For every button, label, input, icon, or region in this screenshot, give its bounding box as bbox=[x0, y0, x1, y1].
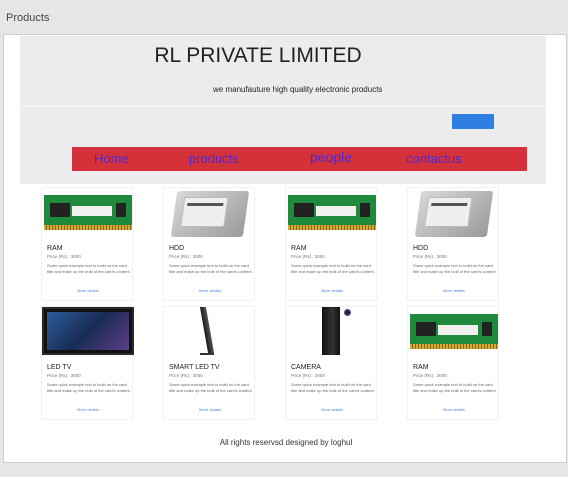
window-title: Products bbox=[6, 12, 50, 24]
product-price: Price (Rs) : 3000 bbox=[291, 373, 325, 378]
more-details-link[interactable]: More details bbox=[286, 288, 378, 293]
product-description: Some quick example text to build on the … bbox=[169, 263, 253, 274]
product-description: Some quick example text to build on the … bbox=[291, 263, 375, 274]
product-card: SMART LED TV Price (Rs) : 3000 Some quic… bbox=[163, 306, 255, 420]
tagline: we manufauture high quality electronic p… bbox=[213, 85, 383, 94]
ram-module-icon bbox=[42, 188, 134, 238]
product-name: CAMERA bbox=[291, 364, 321, 371]
hard-drive-icon bbox=[164, 188, 256, 238]
product-name: SMART LED TV bbox=[169, 364, 220, 371]
footer-text: All rights reservsd designed by loghul bbox=[219, 438, 353, 447]
more-details-link[interactable]: More details bbox=[164, 288, 256, 293]
product-name: RAM bbox=[291, 245, 307, 252]
led-tv-icon bbox=[42, 307, 134, 357]
product-description: Some quick example text to build on the … bbox=[47, 382, 131, 393]
more-details-link[interactable]: More details bbox=[42, 407, 134, 412]
camera-icon bbox=[286, 307, 378, 357]
page-frame: RL PRIVATE LIMITED we manufauture high q… bbox=[3, 34, 567, 463]
product-card: RAM Price (Rs) : 3000 Some quick example… bbox=[285, 187, 377, 301]
nav-home-link[interactable]: Home bbox=[94, 151, 129, 166]
product-name: HDD bbox=[413, 245, 429, 252]
product-description: Some quick example text to build on the … bbox=[47, 263, 131, 274]
product-description: Some quick example text to build on the … bbox=[169, 382, 253, 393]
site-header: RL PRIVATE LIMITED we manufauture high q… bbox=[20, 36, 546, 184]
product-card: CAMERA Price (Rs) : 3000 Some quick exam… bbox=[285, 306, 377, 420]
product-name: RAM bbox=[47, 245, 63, 252]
more-details-link[interactable]: More details bbox=[408, 407, 500, 412]
header-divider bbox=[20, 106, 546, 107]
nav-bar: Home products people contactus bbox=[72, 147, 527, 171]
product-price: Price (Rs) : 3000 bbox=[47, 373, 81, 378]
smart-tv-icon bbox=[164, 307, 256, 357]
product-price: Price (Rs) : 3000 bbox=[169, 254, 203, 259]
product-price: Price (Rs) : 3000 bbox=[169, 373, 203, 378]
company-name: RL PRIVATE LIMITED bbox=[154, 44, 362, 67]
product-description: Some quick example text to build on the … bbox=[291, 382, 375, 393]
product-price: Price (Rs) : 3000 bbox=[47, 254, 81, 259]
more-details-link[interactable]: More details bbox=[408, 288, 500, 293]
product-description: Some quick example text to build on the … bbox=[413, 263, 497, 274]
product-name: RAM bbox=[413, 364, 429, 371]
product-price: Price (Rs) : 3000 bbox=[291, 254, 325, 259]
product-price: Price (Rs) : 3000 bbox=[413, 373, 447, 378]
more-details-link[interactable]: More details bbox=[286, 407, 378, 412]
more-details-link[interactable]: More details bbox=[42, 288, 134, 293]
ram-module-icon bbox=[408, 307, 500, 357]
header-button[interactable] bbox=[452, 114, 494, 129]
more-details-link[interactable]: More details bbox=[164, 407, 256, 412]
window-titlebar: Products bbox=[0, 0, 568, 34]
product-card: LED TV Price (Rs) : 3000 Some quick exam… bbox=[41, 306, 134, 420]
product-name: LED TV bbox=[47, 364, 72, 371]
nav-contactus-link[interactable]: contactus bbox=[406, 151, 462, 166]
product-card: HDD Price (Rs) : 3000 Some quick example… bbox=[407, 187, 499, 301]
product-card: RAM Price (Rs) : 3000 Some quick example… bbox=[41, 187, 133, 301]
hard-drive-icon bbox=[408, 188, 500, 238]
nav-people-link[interactable]: people bbox=[310, 149, 352, 165]
nav-products-link[interactable]: products bbox=[189, 151, 239, 166]
product-description: Some quick example text to build on the … bbox=[413, 382, 497, 393]
ram-module-icon bbox=[286, 188, 378, 238]
product-card: RAM Price (Rs) : 3000 Some quick example… bbox=[407, 306, 499, 420]
product-card: HDD Price (Rs) : 3000 Some quick example… bbox=[163, 187, 255, 301]
product-price: Price (Rs) : 3000 bbox=[413, 254, 447, 259]
product-name: HDD bbox=[169, 245, 185, 252]
